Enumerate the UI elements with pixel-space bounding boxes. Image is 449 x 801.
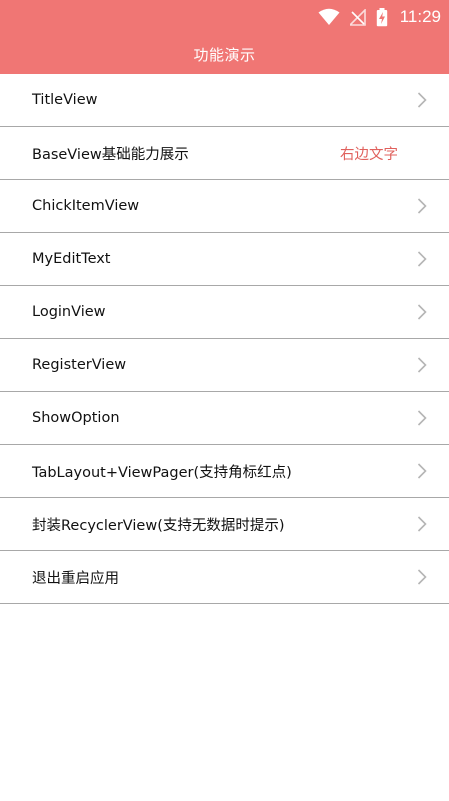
chevron-right-icon [417, 357, 427, 373]
list-item-label: RegisterView [32, 357, 127, 373]
chevron-right-icon [417, 198, 427, 214]
status-icons: 11:29 [318, 0, 441, 34]
list-item-label: 退出重启应用 [32, 570, 119, 587]
list-item-showoption[interactable]: ShowOption [0, 392, 449, 445]
status-bar: 11:29 [0, 0, 449, 34]
no-signal-icon [349, 8, 366, 26]
chevron-right-icon [417, 516, 427, 532]
list-item-baseview[interactable]: BaseView基础能力展示 右边文字 [0, 127, 449, 180]
list-item-chickitemview[interactable]: ChickItemView [0, 180, 449, 233]
title-bar: 功能演示 [0, 34, 449, 74]
list-item-label: LoginView [32, 304, 106, 320]
chevron-right-icon [417, 569, 427, 585]
list-item-registerview[interactable]: RegisterView [0, 339, 449, 392]
chevron-right-icon [417, 92, 427, 108]
wifi-icon [318, 8, 340, 25]
chevron-right-icon [417, 463, 427, 479]
page-title: 功能演示 [193, 45, 256, 64]
list-item-restart-app[interactable]: 退出重启应用 [0, 551, 449, 604]
battery-charging-icon [376, 7, 387, 26]
chevron-right-icon [417, 304, 427, 320]
list-item-label: ChickItemView [32, 198, 140, 214]
list-item-label: BaseView基础能力展示 [32, 146, 189, 163]
list-item-label: TitleView [32, 92, 98, 108]
list-item-recyclerview[interactable]: 封装RecyclerView(支持无数据时提示) [0, 498, 449, 551]
right-text: 右边文字 [340, 146, 398, 163]
list-item-tablayout-viewpager[interactable]: TabLayout+ViewPager(支持角标红点) [0, 445, 449, 498]
chevron-right-icon [417, 410, 427, 426]
list-item-myedittext[interactable]: MyEditText [0, 233, 449, 286]
list-item-label: MyEditText [32, 251, 111, 267]
list-item-label: TabLayout+ViewPager(支持角标红点) [32, 464, 292, 481]
list-item-label: ShowOption [32, 410, 120, 426]
status-time: 11:29 [399, 7, 441, 26]
chevron-right-icon [417, 251, 427, 267]
list-item-titleview[interactable]: TitleView [0, 74, 449, 127]
menu-list: TitleView BaseView基础能力展示 右边文字 ChickItemV… [0, 74, 449, 604]
list-item-label: 封装RecyclerView(支持无数据时提示) [32, 517, 285, 534]
list-item-loginview[interactable]: LoginView [0, 286, 449, 339]
